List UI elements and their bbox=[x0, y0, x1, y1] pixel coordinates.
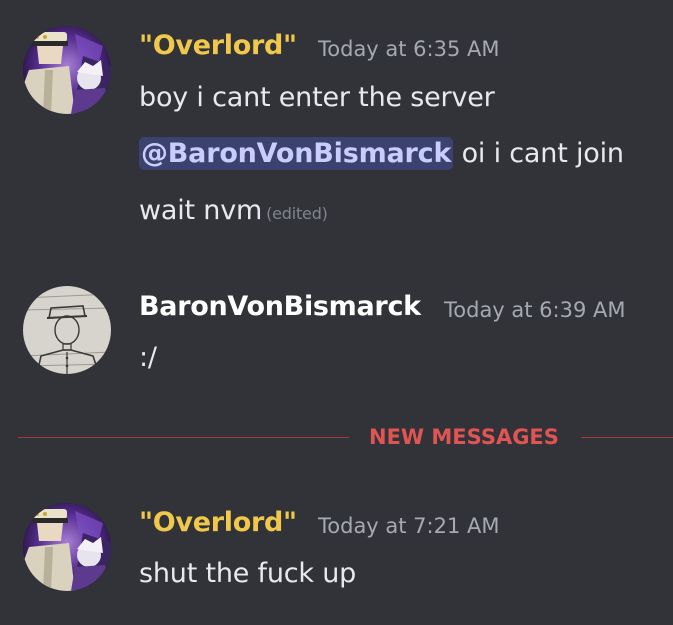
avatar-baron-icon[interactable] bbox=[23, 286, 111, 374]
message-timestamp: Today at 7:21 AM bbox=[318, 514, 500, 538]
message-timestamp: Today at 6:39 AM bbox=[444, 298, 626, 322]
avatar-overlord-icon[interactable] bbox=[23, 503, 111, 591]
message-text-segment: oi i cant join bbox=[453, 138, 624, 169]
new-messages-divider-label: NEW MESSAGES bbox=[369, 425, 559, 449]
message-timestamp: Today at 6:35 AM bbox=[318, 37, 500, 61]
author-name[interactable]: "Overlord" bbox=[139, 507, 297, 538]
edited-label: (edited) bbox=[266, 204, 328, 223]
new-messages-divider-line bbox=[581, 437, 673, 438]
message-text: wait nvm (edited) bbox=[139, 195, 328, 226]
message-text: @BaronVonBismarck oi i cant join bbox=[139, 137, 624, 170]
message-text: :/ bbox=[139, 342, 157, 373]
user-mention[interactable]: @BaronVonBismarck bbox=[139, 137, 454, 170]
message-text: boy i cant enter the server bbox=[139, 82, 495, 113]
author-name[interactable]: "Overlord" bbox=[139, 30, 297, 61]
avatar-overlord-icon[interactable] bbox=[23, 26, 111, 114]
author-name[interactable]: BaronVonBismarck bbox=[139, 291, 421, 322]
message-text-segment: wait nvm bbox=[139, 195, 263, 226]
message-text: shut the fuck up bbox=[139, 558, 357, 589]
new-messages-divider-line bbox=[18, 437, 349, 438]
